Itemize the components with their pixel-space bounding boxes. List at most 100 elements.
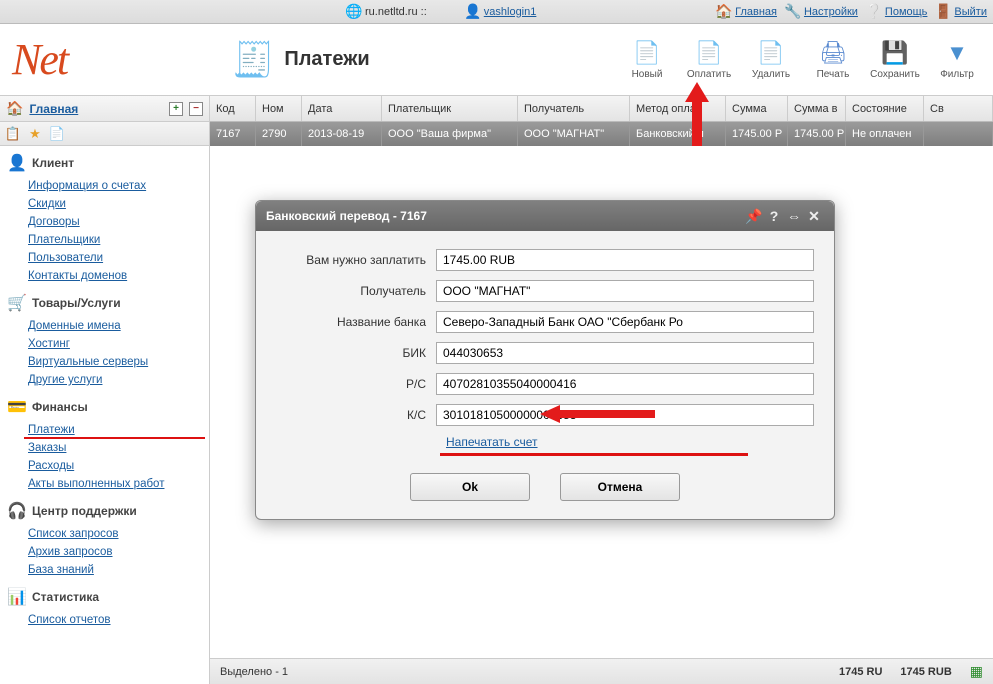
sidebar-item-link[interactable]: Платежи <box>28 424 75 436</box>
sidebar-item[interactable]: Пользователи <box>28 248 209 266</box>
nav-exit[interactable]: 🚪Выйти <box>935 4 987 20</box>
export-excel-icon[interactable]: ▦ <box>970 663 983 680</box>
sidebar-item[interactable]: Платежи <box>28 420 209 438</box>
sidebar-item[interactable]: Расходы <box>28 456 209 474</box>
sidebar-item-link[interactable]: Расходы <box>28 460 74 472</box>
sidebar-item[interactable]: Контакты доменов <box>28 266 209 284</box>
sidebar-group-header[interactable]: 🛒Товары/Услуги <box>0 290 209 316</box>
help-icon[interactable]: ? <box>764 206 784 226</box>
sidebar-item-link[interactable]: Договоры <box>28 216 80 228</box>
sidebar-item-link[interactable]: Скидки <box>28 198 66 210</box>
new-button[interactable]: 📄Новый <box>623 39 671 80</box>
cell-receiver: ООО "МАГНАТ" <box>518 122 630 146</box>
dialog-titlebar[interactable]: Банковский перевод - 7167 📌 ? ⇔ ✕ <box>256 201 834 231</box>
sidebar-item-link[interactable]: Доменные имена <box>28 320 121 332</box>
sidebar-item-link[interactable]: Информация о счетах <box>28 180 146 192</box>
col-date[interactable]: Дата <box>302 96 382 121</box>
sidebar-item-link[interactable]: Пользователи <box>28 252 103 264</box>
sidebar-item-link[interactable]: Заказы <box>28 442 66 454</box>
sidebar-toolbar: 📋 ★ 📄 <box>0 122 209 146</box>
sidebar-item[interactable]: Доменные имена <box>28 316 209 334</box>
delete-button[interactable]: 📄Удалить <box>747 39 795 80</box>
print-button[interactable]: 🖨Печать <box>809 39 857 80</box>
input-to-pay[interactable] <box>436 249 814 271</box>
sidebar-item[interactable]: Хостинг <box>28 334 209 352</box>
cell-c <box>924 122 993 146</box>
sidebar-item[interactable]: Список отчетов <box>28 610 209 628</box>
sidebar-item[interactable]: Скидки <box>28 194 209 212</box>
dialog-title: Банковский перевод - 7167 <box>266 209 427 223</box>
sidebar-item-link[interactable]: Список отчетов <box>28 614 111 626</box>
sidebar-item[interactable]: Архив запросов <box>28 542 209 560</box>
sidebar-item[interactable]: База знаний <box>28 560 209 578</box>
col-payer[interactable]: Плательщик <box>382 96 518 121</box>
group-icon: 🛒 <box>8 294 26 312</box>
nav-settings-link[interactable]: Настройки <box>804 6 858 18</box>
col-receiver[interactable]: Получатель <box>518 96 630 121</box>
sidebar-item[interactable]: Информация о счетах <box>28 176 209 194</box>
lbl-ks: К/С <box>276 408 436 422</box>
sidebar-item-link[interactable]: Хостинг <box>28 338 70 350</box>
collapse-all-button[interactable]: − <box>189 102 203 116</box>
col-method[interactable]: Метод опла <box>630 96 726 121</box>
col-c[interactable]: Св <box>924 96 993 121</box>
col-code[interactable]: Код <box>210 96 256 121</box>
nav-settings[interactable]: 🔧Настройки <box>785 4 858 20</box>
nav-home-link[interactable]: Главная <box>735 6 777 18</box>
sidebar-item[interactable]: Договоры <box>28 212 209 230</box>
sidebar-item[interactable]: Плательщики <box>28 230 209 248</box>
page-title-wrap: 🧾 Платежи <box>232 40 370 80</box>
nav-home[interactable]: 🏠Главная <box>716 4 777 20</box>
input-bik[interactable] <box>436 342 814 364</box>
cancel-button[interactable]: Отмена <box>560 473 680 501</box>
help-icon: ❔ <box>866 4 882 20</box>
nav-exit-link[interactable]: Выйти <box>954 6 987 18</box>
home-icon: 🏠 <box>716 4 732 20</box>
user-link[interactable]: vashlogin1 <box>484 6 537 18</box>
input-receiver[interactable] <box>436 280 814 302</box>
print-invoice-link[interactable]: Напечатать счет <box>446 435 538 449</box>
sb-docs-icon[interactable]: 📋 <box>4 125 22 143</box>
input-bank[interactable] <box>436 311 814 333</box>
sidebar-item-link[interactable]: Список запросов <box>28 528 119 540</box>
table-row[interactable]: 7167 2790 2013-08-19 ООО "Ваша фирма" ОО… <box>210 122 993 146</box>
sb-star-icon[interactable]: ★ <box>26 125 44 143</box>
sidebar-group-header[interactable]: 💳Финансы <box>0 394 209 420</box>
input-rs[interactable] <box>436 373 814 395</box>
settings-icon: 🔧 <box>785 4 801 20</box>
filter-button[interactable]: ▼Фильтр <box>933 39 981 80</box>
sidebar-item[interactable]: Виртуальные серверы <box>28 352 209 370</box>
sidebar-item-link[interactable]: Контакты доменов <box>28 270 127 282</box>
sidebar-item[interactable]: Другие услуги <box>28 370 209 388</box>
sidebar-item[interactable]: Заказы <box>28 438 209 456</box>
sidebar-home-link[interactable]: Главная <box>29 102 78 116</box>
status-bar: Выделено - 1 1745 RU 1745 RUB ▦ <box>210 658 993 684</box>
nav-help[interactable]: ❔Помощь <box>866 4 928 20</box>
sidebar-item-link[interactable]: Акты выполненных работ <box>28 478 164 490</box>
sidebar-item-link[interactable]: Плательщики <box>28 234 100 246</box>
input-ks[interactable] <box>436 404 814 426</box>
sidebar-group-header[interactable]: 🎧Центр поддержки <box>0 498 209 524</box>
pay-button[interactable]: 📄Оплатить <box>685 39 733 80</box>
sidebar: 🏠 Главная + − 📋 ★ 📄 👤КлиентИнформация о … <box>0 96 210 684</box>
sidebar-item[interactable]: Акты выполненных работ <box>28 474 209 492</box>
pin-icon[interactable]: 📌 <box>744 206 764 226</box>
sidebar-item[interactable]: Список запросов <box>28 524 209 542</box>
sb-page-icon[interactable]: 📄 <box>48 125 66 143</box>
resize-icon[interactable]: ⇔ <box>784 206 804 226</box>
expand-all-button[interactable]: + <box>169 102 183 116</box>
save-button[interactable]: 💾Сохранить <box>871 39 919 80</box>
sidebar-item-link[interactable]: База знаний <box>28 564 94 576</box>
sidebar-group-header[interactable]: 👤Клиент <box>0 150 209 176</box>
sidebar-group-header[interactable]: 📊Статистика <box>0 584 209 610</box>
sidebar-item-link[interactable]: Виртуальные серверы <box>28 356 148 368</box>
col-state[interactable]: Состояние <box>846 96 924 121</box>
close-icon[interactable]: ✕ <box>804 206 824 226</box>
ok-button[interactable]: Ok <box>410 473 530 501</box>
col-sumv[interactable]: Сумма в <box>788 96 846 121</box>
sidebar-item-link[interactable]: Архив запросов <box>28 546 113 558</box>
sidebar-item-link[interactable]: Другие услуги <box>28 374 102 386</box>
nav-help-link[interactable]: Помощь <box>885 6 928 18</box>
col-num[interactable]: Ном <box>256 96 302 121</box>
col-sum[interactable]: Сумма <box>726 96 788 121</box>
